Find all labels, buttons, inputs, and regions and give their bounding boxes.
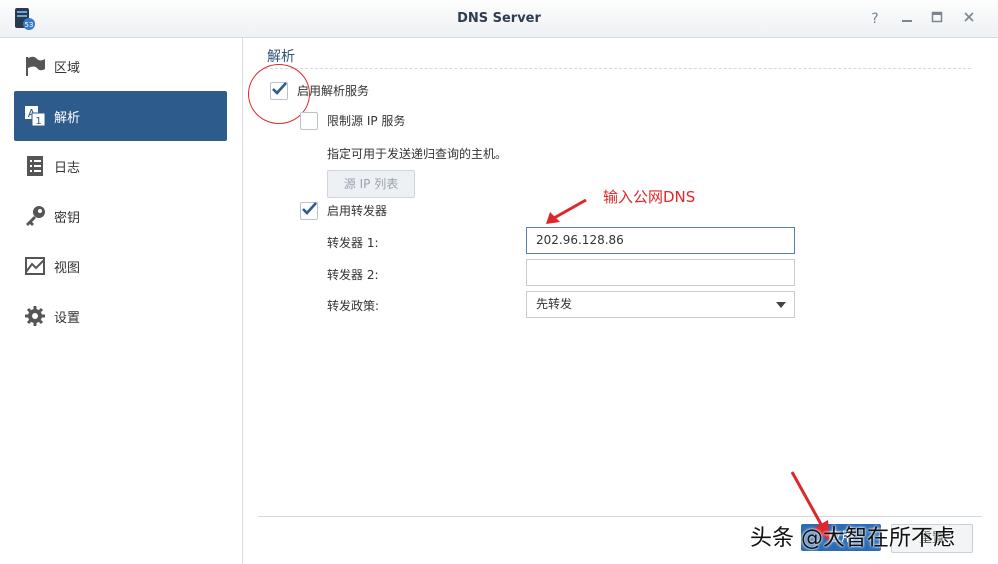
sidebar-item-view[interactable]: 视图 (14, 241, 227, 291)
sidebar-item-settings[interactable]: 设置 (14, 291, 227, 341)
source-ip-list-button[interactable]: 源 IP 列表 (327, 170, 415, 198)
limit-ip-description: 指定可用于发送递归查询的主机。 (327, 147, 508, 161)
forward-policy-label: 转发政策: (327, 299, 380, 313)
svg-text:1: 1 (35, 116, 41, 127)
forward-policy-value: 先转发 (536, 297, 573, 311)
forwarder2-label: 转发器 2: (327, 268, 379, 282)
minimize-button[interactable] (896, 8, 918, 30)
sidebar: 区域 A1 解析 日志 密钥 视图 设置 (0, 38, 243, 564)
maximize-icon (931, 11, 943, 23)
key-icon (24, 205, 46, 227)
log-icon (24, 155, 46, 177)
view-icon (24, 255, 46, 277)
sidebar-item-label: 区域 (54, 61, 81, 76)
close-button[interactable] (958, 8, 980, 30)
gear-icon (24, 305, 46, 327)
section-title: 解析 (267, 49, 295, 65)
sidebar-item-log[interactable]: 日志 (14, 141, 227, 191)
help-button[interactable]: ? (864, 8, 886, 30)
forwarder1-input[interactable]: 202.96.128.86 (526, 227, 795, 254)
forward-policy-select[interactable]: 先转发 (526, 291, 795, 318)
sidebar-item-resolve[interactable]: A1 解析 (14, 91, 227, 141)
chevron-down-icon (776, 302, 786, 308)
title-bar: 53 DNS Server ? (0, 0, 998, 38)
limit-ip-label: 限制源 IP 服务 (327, 114, 406, 128)
sidebar-item-label: 解析 (54, 111, 81, 126)
enable-forwarder-checkbox[interactable] (300, 202, 318, 220)
footer-divider (258, 516, 982, 517)
sidebar-item-label: 设置 (54, 311, 81, 326)
sidebar-item-zone[interactable]: 区域 (14, 41, 227, 91)
window-title: DNS Server (457, 11, 541, 26)
resolve-icon: A1 (24, 105, 46, 127)
annotation-arrow-icon (546, 198, 587, 224)
forwarder1-label: 转发器 1: (327, 236, 379, 250)
section-divider (265, 68, 971, 69)
forwarder2-input[interactable] (526, 259, 795, 286)
sidebar-item-label: 日志 (54, 161, 81, 176)
close-icon (964, 12, 974, 22)
maximize-button[interactable] (926, 8, 948, 30)
sidebar-item-label: 密钥 (54, 211, 81, 226)
watermark: 头条 @大智在所不虑 (750, 526, 955, 551)
limit-ip-checkbox[interactable] (300, 112, 318, 130)
enable-forwarder-label: 启用转发器 (327, 204, 388, 218)
sidebar-item-key[interactable]: 密钥 (14, 191, 227, 241)
annotation-text: 输入公网DNS (603, 188, 696, 206)
sidebar-item-label: 视图 (54, 261, 81, 276)
flag-icon (24, 55, 46, 77)
minimize-icon (902, 20, 912, 22)
checkmark-icon (302, 202, 317, 215)
